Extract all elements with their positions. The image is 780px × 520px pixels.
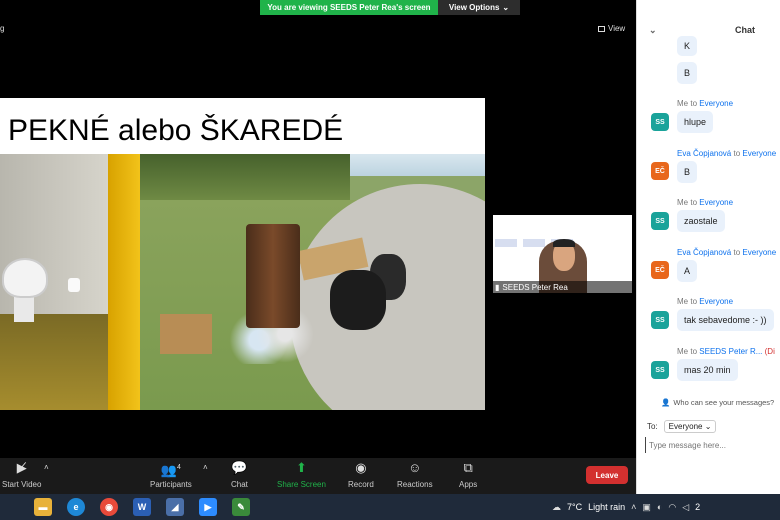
cloud-rain-icon: ☁ — [552, 501, 561, 512]
chat-message-bubble: zaostale — [677, 210, 725, 232]
who-can-see-link[interactable]: 👤 Who can see your messages? — [661, 398, 774, 407]
share-screen-icon: ⬆ — [296, 460, 307, 475]
speaker-video-tile[interactable]: ▮ SEEDS Peter Rea — [493, 215, 632, 293]
chrome-icon[interactable]: ◉ — [100, 498, 118, 516]
avatar: SS — [651, 311, 669, 329]
weather-desc[interactable]: Light rain — [588, 502, 625, 512]
tray-app-icon[interactable]: ◐ — [657, 502, 662, 512]
littered-park-photo — [140, 154, 485, 410]
app-icon[interactable]: ◢ — [166, 498, 184, 516]
apps-icon: ⧉ — [463, 460, 473, 475]
emoji-plus-icon: ☺ — [408, 460, 422, 475]
view-options-label: View Options — [448, 3, 500, 12]
start-video-button[interactable]: ▶̸ Start Video — [2, 460, 41, 489]
chat-message-meta: Me to Everyone — [677, 198, 734, 207]
participants-icon: 👥4 — [160, 462, 181, 478]
avatar: EČ — [651, 162, 669, 180]
chat-message-meta: Me to Everyone — [677, 99, 734, 108]
chat-message-bubble: B — [677, 161, 698, 183]
people-icon: 👤 — [661, 398, 671, 407]
chat-message-meta: Me to Everyone — [677, 297, 734, 306]
caret-up-icon: ˄ — [203, 463, 208, 472]
chat-recipient-row: To: Everyone ⌄ — [647, 420, 717, 433]
participants-count: 4 — [177, 464, 181, 471]
chat-icon: 💬 — [231, 460, 248, 475]
meeting-info-label: g — [0, 24, 5, 33]
clock[interactable]: 2 — [695, 502, 700, 512]
zoom-icon[interactable]: ▶ — [199, 498, 217, 516]
word-icon[interactable]: W — [133, 498, 151, 516]
avatar: SS — [651, 212, 669, 230]
chat-message-meta: Eva Čopjanová to Everyone — [677, 149, 777, 158]
speaker-name-bar: ▮ SEEDS Peter Rea — [493, 281, 632, 293]
meeting-toolbar: ▶̸ Start Video ˄ 👥4 Participants ˄ 💬 Cha… — [0, 458, 636, 494]
chat-message-bubble: K — [677, 36, 698, 56]
system-tray: ☁ 7°C Light rain ˄ ▣ ◐ ◠ ◁ 2 — [552, 494, 700, 520]
tray-app-icon[interactable]: ▣ — [642, 502, 651, 513]
chevron-up-icon[interactable]: ˄ — [631, 502, 636, 512]
view-button[interactable]: View — [598, 24, 625, 33]
video-options-caret[interactable]: ˄ — [44, 460, 49, 475]
viewing-screen-label: You are viewing SEEDS Peter Rea's screen — [260, 0, 438, 15]
file-explorer-icon[interactable]: ▬ — [34, 498, 52, 516]
avatar: SS — [651, 361, 669, 379]
chat-title: Chat — [735, 25, 755, 35]
chat-message-meta: Eva Čopjanová to Everyone — [677, 248, 777, 257]
record-button[interactable]: ◉ Record — [348, 460, 374, 489]
windows-taskbar: ▬ e ◉ W ◢ ▶ ✎ ☁ 7°C Light rain ˄ ▣ ◐ ◠ ◁… — [0, 494, 780, 520]
chat-message-bubble: A — [677, 260, 698, 282]
participants-button[interactable]: 👥4 Participants — [150, 460, 192, 489]
chat-message-bubble: hlupe — [677, 111, 714, 133]
viewing-banner: You are viewing SEEDS Peter Rea's screen… — [260, 0, 520, 15]
reactions-button[interactable]: ☺ Reactions — [397, 460, 433, 489]
chevron-down-icon: ⌄ — [502, 3, 510, 12]
view-button-label: View — [608, 24, 626, 33]
toilet-photo — [0, 154, 140, 410]
shared-screen-stage: You are viewing SEEDS Peter Rea's screen… — [0, 0, 636, 458]
chat-panel: ⌄ Chat K B Me to Everyone SS hlupe Eva Č… — [636, 0, 780, 494]
chat-message-meta: Me to SEEDS Peter R... (Di — [677, 347, 775, 356]
slide-title: PEKNÉ alebo ŠKAREDÉ — [8, 114, 344, 147]
chat-header: ⌄ Chat — [637, 24, 780, 38]
app-icon[interactable]: ✎ — [232, 498, 250, 516]
speaker-icon[interactable]: ◁ — [682, 502, 689, 513]
apps-button[interactable]: ⧉ Apps — [459, 460, 477, 489]
avatar: EČ — [651, 261, 669, 279]
caret-up-icon: ˄ — [44, 463, 49, 472]
chat-message-input[interactable] — [645, 437, 775, 453]
chat-button[interactable]: 💬 Chat — [231, 460, 248, 489]
speaker-name: SEEDS Peter Rea — [502, 282, 568, 292]
participants-options-caret[interactable]: ˄ — [203, 460, 208, 475]
edge-browser-icon[interactable]: e — [67, 498, 85, 516]
collapse-chevron-icon[interactable]: ⌄ — [649, 25, 657, 36]
share-screen-button[interactable]: ⬆ Share Screen — [277, 460, 326, 489]
wifi-icon[interactable]: ◠ — [668, 502, 676, 513]
view-options-button[interactable]: View Options ⌄ — [438, 0, 520, 15]
recipient-select[interactable]: Everyone ⌄ — [663, 420, 717, 433]
to-label: To: — [647, 422, 658, 431]
avatar: SS — [651, 113, 669, 131]
chat-message-bubble: tak sebavedome :- )) — [677, 309, 774, 331]
record-icon: ◉ — [355, 460, 367, 475]
chat-message-bubble: mas 20 min — [677, 359, 738, 381]
leave-button[interactable]: Leave — [586, 466, 628, 484]
signal-icon: ▮ — [495, 282, 500, 292]
weather-temp: 7°C — [567, 502, 583, 512]
video-off-icon: ▶̸ — [16, 460, 27, 475]
presentation-slide: PEKNÉ alebo ŠKAREDÉ — [0, 98, 485, 410]
grid-view-icon — [598, 25, 605, 32]
chat-message-bubble: B — [677, 62, 698, 84]
